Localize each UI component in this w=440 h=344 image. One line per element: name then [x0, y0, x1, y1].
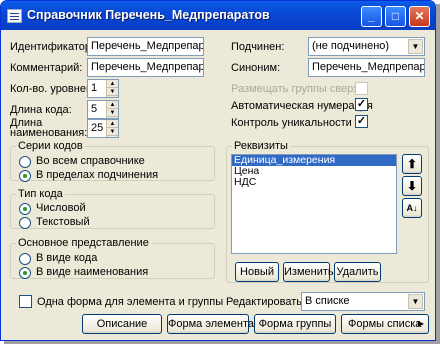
- delete-requisite-button[interactable]: Удалить: [334, 262, 381, 282]
- arrow-down-icon: ⬇: [406, 179, 418, 193]
- unique-label: Контроль уникальности: [231, 117, 352, 129]
- code-type-numeric-radio[interactable]: [19, 203, 31, 215]
- close-button[interactable]: ✕: [409, 6, 430, 27]
- triangle-right-icon: ▶: [417, 319, 424, 328]
- auto-num-checkbox[interactable]: ✓: [355, 98, 368, 111]
- list-item[interactable]: НДС: [232, 177, 396, 188]
- new-requisite-button[interactable]: Новый: [235, 262, 279, 282]
- maximize-icon: □: [391, 9, 400, 23]
- edit-mode-label: Редактировать:: [226, 296, 306, 308]
- synonym-label: Синоним:: [231, 62, 281, 74]
- name-length-spinner[interactable]: 25 ▲ ▼: [87, 119, 119, 138]
- move-up-button[interactable]: ⬆: [402, 154, 422, 174]
- spin-up-icon[interactable]: ▲: [107, 80, 118, 88]
- list-forms-label: Формы списка: [348, 318, 422, 330]
- description-button[interactable]: Описание: [82, 314, 162, 334]
- identifier-input[interactable]: Перечень_Медпрепаратов: [87, 37, 204, 56]
- unique-checkbox[interactable]: ✓: [355, 115, 368, 128]
- spin-down-icon[interactable]: ▼: [107, 88, 118, 96]
- requisites-list[interactable]: Единица_измерения Цена НДС: [231, 154, 397, 254]
- minimize-button[interactable]: _: [361, 6, 382, 27]
- code-series-all-radio[interactable]: [19, 156, 31, 168]
- arrow-up-icon: ⬆: [406, 157, 418, 171]
- main-view-code-label[interactable]: В виде кода: [36, 252, 97, 264]
- code-length-spinner[interactable]: 5 ▲ ▼: [87, 100, 119, 119]
- synonym-input[interactable]: Перечень_Медпрепаратов: [308, 58, 425, 77]
- one-form-checkbox[interactable]: [19, 295, 32, 308]
- catalog-window: Справочник Перечень_Медпрепаратов _ □ ✕ …: [0, 0, 436, 341]
- chevron-down-icon[interactable]: ▼: [408, 294, 423, 309]
- main-view-name-label[interactable]: В виде наименования: [36, 266, 148, 278]
- edit-mode-value: В списке: [305, 295, 350, 307]
- subordinate-value: (не подчинено): [312, 40, 390, 52]
- code-length-value: 5: [91, 103, 98, 115]
- edit-mode-select[interactable]: В списке ▼: [301, 292, 425, 311]
- edit-requisite-button[interactable]: Изменить: [283, 262, 334, 282]
- groups-top-label: Размещать группы сверху: [231, 83, 365, 95]
- code-length-spin-buttons[interactable]: ▲ ▼: [106, 101, 118, 118]
- code-series-sub-label[interactable]: В пределах подчинения: [36, 169, 158, 181]
- code-type-text-radio[interactable]: [19, 217, 31, 229]
- requisites-title: Реквизиты: [232, 140, 290, 152]
- group-form-button[interactable]: Форма группы: [254, 314, 336, 334]
- catalog-icon: [7, 9, 22, 23]
- spin-down-icon[interactable]: ▼: [107, 128, 118, 136]
- main-view-name-radio[interactable]: [19, 267, 31, 279]
- one-form-label: Одна форма для элемента и группы: [37, 296, 224, 308]
- spin-down-icon[interactable]: ▼: [107, 109, 118, 117]
- code-type-title: Тип кода: [16, 188, 65, 200]
- levels-spin-buttons[interactable]: ▲ ▼: [106, 80, 118, 97]
- minimize-icon: _: [368, 9, 375, 23]
- spin-up-icon[interactable]: ▲: [107, 120, 118, 128]
- comment-label: Комментарий:: [10, 62, 83, 74]
- code-length-label: Длина кода:: [10, 104, 72, 116]
- code-series-title: Серии кодов: [16, 140, 85, 152]
- close-icon: ✕: [414, 9, 425, 23]
- code-type-text-label[interactable]: Текстовый: [36, 216, 90, 228]
- main-view-title: Основное представление: [16, 237, 151, 249]
- list-forms-button[interactable]: Формы списка ▶: [341, 314, 429, 334]
- levels-spinner[interactable]: 1 ▲ ▼: [87, 79, 119, 98]
- name-length-label-line2: наименования:: [10, 127, 88, 139]
- spin-up-icon[interactable]: ▲: [107, 101, 118, 109]
- main-view-code-radio[interactable]: [19, 253, 31, 265]
- window-shadow-right: [436, 4, 440, 344]
- code-series-all-label[interactable]: Во всем справочнике: [36, 155, 145, 167]
- sort-button[interactable]: A↓: [402, 198, 422, 218]
- auto-num-label: Автоматическая нумерация: [231, 100, 373, 112]
- groups-top-checkbox[interactable]: [355, 82, 368, 95]
- move-down-button[interactable]: ⬇: [402, 176, 422, 196]
- list-item[interactable]: Цена: [232, 166, 396, 177]
- title-bar[interactable]: Справочник Перечень_Медпрепаратов _ □ ✕: [1, 1, 435, 30]
- window-title: Справочник Перечень_Медпрепаратов: [27, 8, 270, 22]
- code-type-numeric-label[interactable]: Числовой: [36, 202, 86, 214]
- maximize-button[interactable]: □: [385, 6, 406, 27]
- code-series-sub-radio[interactable]: [19, 170, 31, 182]
- subordinate-label: Подчинен:: [231, 41, 285, 53]
- name-length-spin-buttons[interactable]: ▲ ▼: [106, 120, 118, 137]
- comment-input[interactable]: Перечень_Медпрепаратов: [87, 58, 204, 77]
- levels-label: Кол-во. уровней:: [10, 83, 96, 95]
- element-form-button[interactable]: Форма элемента: [167, 314, 254, 334]
- identifier-label: Идентификатор:: [10, 41, 95, 53]
- chevron-down-icon[interactable]: ▼: [408, 39, 423, 54]
- name-length-value: 25: [91, 122, 104, 134]
- levels-value: 1: [91, 82, 98, 94]
- sort-az-icon: A↓: [406, 203, 418, 213]
- subordinate-select[interactable]: (не подчинено) ▼: [308, 37, 425, 56]
